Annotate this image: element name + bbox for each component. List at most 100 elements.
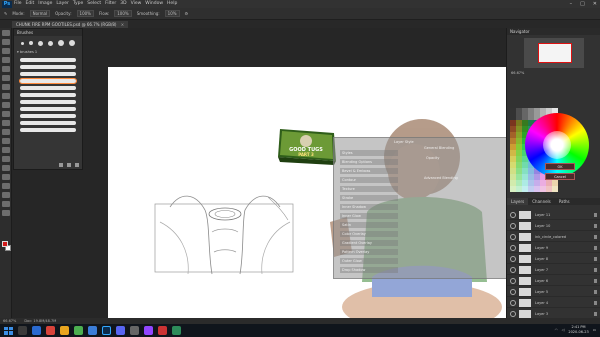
style-option[interactable]: Satin: [340, 222, 398, 228]
brush-preset[interactable]: [20, 107, 76, 111]
brush-preset[interactable]: [20, 114, 76, 118]
eye-icon[interactable]: [510, 244, 516, 251]
new-brush-icon[interactable]: [67, 163, 71, 167]
type-tool-icon[interactable]: [1, 165, 10, 171]
twitch-icon[interactable]: [144, 326, 153, 335]
blur-tool-icon[interactable]: [1, 138, 10, 144]
tab-channels[interactable]: Channels: [528, 198, 555, 205]
menu-view[interactable]: View: [131, 0, 142, 8]
brush-preset[interactable]: [20, 86, 76, 90]
new-folder-icon[interactable]: [59, 163, 63, 167]
volume-icon[interactable]: ◁: [562, 328, 565, 332]
shape-tool-icon[interactable]: [1, 183, 10, 189]
brush-preset-selected[interactable]: [19, 78, 77, 84]
brush-preset[interactable]: [20, 100, 76, 104]
flow-field[interactable]: 100%: [114, 10, 132, 17]
app-icon[interactable]: [130, 326, 139, 335]
menu-edit[interactable]: Edit: [26, 0, 35, 8]
menu-file[interactable]: File: [14, 0, 22, 8]
history-brush-tool-icon[interactable]: [1, 111, 10, 117]
brush-preset[interactable]: [20, 72, 76, 76]
brush-size-preset[interactable]: [48, 40, 54, 46]
brush-size-preset[interactable]: [37, 40, 43, 46]
healing-tool-icon[interactable]: [1, 84, 10, 90]
smoothing-field[interactable]: 10%: [164, 10, 180, 17]
brush-preset[interactable]: [20, 93, 76, 97]
style-option[interactable]: Styles: [340, 150, 398, 156]
crop-tool-icon[interactable]: [1, 66, 10, 72]
menu-filter[interactable]: Filter: [105, 0, 116, 8]
brush-size-preset[interactable]: [28, 41, 33, 45]
menu-layer[interactable]: Layer: [56, 0, 69, 8]
eye-icon[interactable]: [510, 233, 516, 240]
eyedropper-tool-icon[interactable]: [1, 75, 10, 81]
media-app-icon[interactable]: [46, 326, 55, 335]
tab-layers[interactable]: Layers: [507, 198, 529, 205]
recorder-icon[interactable]: [158, 326, 167, 335]
path-select-tool-icon[interactable]: [1, 174, 10, 180]
brush-preset[interactable]: [20, 58, 76, 62]
notifications-icon[interactable]: ▭: [593, 328, 596, 332]
style-option[interactable]: Contour: [340, 177, 398, 183]
navigator-preview[interactable]: [523, 38, 584, 68]
quick-select-tool-icon[interactable]: [1, 57, 10, 63]
menu-3d[interactable]: 3D: [120, 0, 126, 8]
wifi-icon[interactable]: ◠: [555, 328, 558, 332]
eraser-tool-icon[interactable]: [1, 120, 10, 126]
layer-row[interactable]: Layer 5: [507, 287, 600, 297]
lasso-tool-icon[interactable]: [1, 48, 10, 54]
style-option[interactable]: Texture: [340, 186, 398, 192]
cancel-button[interactable]: Cancel: [545, 173, 575, 180]
menu-select[interactable]: Select: [87, 0, 101, 8]
photoshop-taskbar-icon[interactable]: [102, 326, 111, 335]
eye-icon[interactable]: [510, 299, 516, 306]
hand-tool-icon[interactable]: [1, 192, 10, 198]
layer-row[interactable]: Layer 8: [507, 254, 600, 264]
tab-paths[interactable]: Paths: [555, 198, 574, 205]
layer-row[interactable]: Layer 11: [507, 210, 600, 220]
eye-icon[interactable]: [510, 310, 516, 317]
task-view-icon[interactable]: [32, 326, 41, 335]
clock[interactable]: 2:41 PM 2020-06-23: [568, 325, 588, 335]
style-option[interactable]: Inner Shadow: [340, 204, 398, 210]
layer-row[interactable]: Layer 10: [507, 221, 600, 231]
zoom-tool-icon[interactable]: [1, 201, 10, 207]
gradient-tool-icon[interactable]: [1, 129, 10, 135]
style-option[interactable]: Bevel & Emboss: [340, 168, 398, 174]
close-tab-icon[interactable]: ×: [121, 22, 124, 27]
minimize-button[interactable]: –: [570, 0, 573, 8]
layer-style-dialog[interactable]: Layer Style General Blending Advanced Bl…: [333, 137, 508, 279]
marquee-tool-icon[interactable]: [1, 39, 10, 45]
layer-row[interactable]: Layer 9: [507, 243, 600, 253]
gear-icon[interactable]: ⚙: [185, 11, 189, 16]
document-tab[interactable]: CHUNK FIRE RPM GOOTILES.psd @ 66.7% (RGB…: [12, 21, 129, 28]
color-wheel-picker[interactable]: OK Cancel: [523, 103, 599, 188]
style-option[interactable]: Stroke: [340, 195, 398, 201]
brush-group-label[interactable]: ▾ brushes 1: [14, 50, 82, 55]
style-option[interactable]: Gradient Overlay: [340, 240, 398, 246]
style-option[interactable]: Inner Glow: [340, 213, 398, 219]
layer-row[interactable]: Layer 4: [507, 298, 600, 308]
eye-icon[interactable]: [510, 277, 516, 284]
eye-icon[interactable]: [510, 255, 516, 262]
ok-button[interactable]: OK: [545, 163, 575, 170]
brush-tool-icon[interactable]: ✎: [4, 11, 7, 16]
windows-start-icon[interactable]: [3, 326, 13, 336]
dodge-tool-icon[interactable]: [1, 147, 10, 153]
menu-image[interactable]: Image: [38, 0, 52, 8]
navigator-view-box[interactable]: [537, 43, 572, 63]
style-option[interactable]: Color Overlay: [340, 231, 398, 237]
layer-row[interactable]: Layer 7: [507, 265, 600, 275]
brush-size-preset[interactable]: [69, 40, 76, 46]
brush-preset[interactable]: [20, 121, 76, 125]
close-button[interactable]: ✕: [593, 0, 597, 8]
eye-icon[interactable]: [510, 222, 516, 229]
clone-stamp-tool-icon[interactable]: [1, 102, 10, 108]
foreground-color-swatch[interactable]: [2, 241, 8, 247]
edge-icon[interactable]: [88, 326, 97, 335]
brush-size-preset[interactable]: [20, 41, 24, 45]
brush-preset[interactable]: [20, 128, 76, 132]
search-icon[interactable]: [18, 326, 27, 335]
style-option[interactable]: Blending Options: [340, 159, 398, 165]
menu-help[interactable]: Help: [167, 0, 177, 8]
